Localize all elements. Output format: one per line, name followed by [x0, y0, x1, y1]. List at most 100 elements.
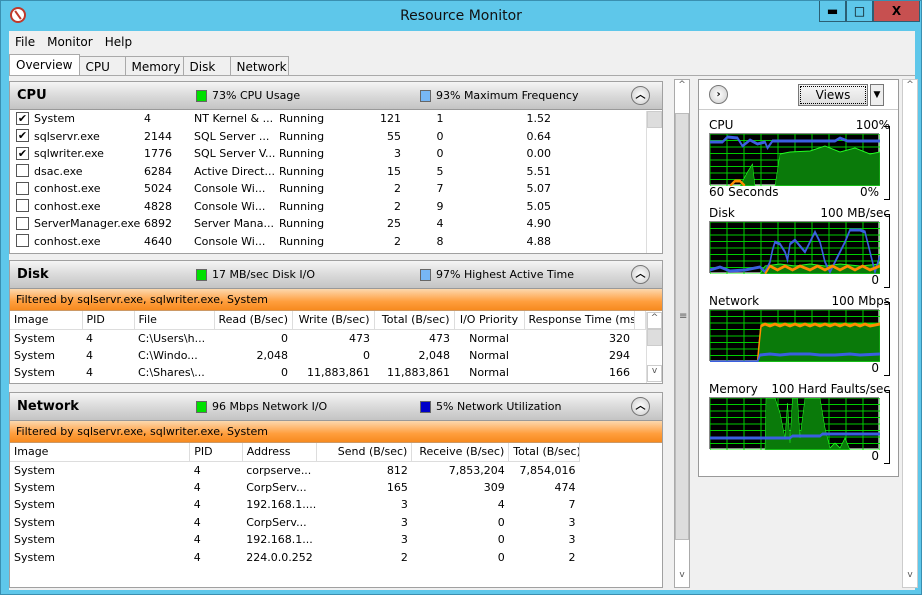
left-scroll-up[interactable]: ^	[675, 80, 689, 97]
network-section-header[interactable]: Network 96 Mbps Network I/O 5% Network U…	[10, 393, 662, 421]
cpu-table-scrollbar[interactable]	[646, 111, 662, 253]
network-activity-row[interactable]: System 4 192.168.1... 3 0 3	[10, 531, 580, 549]
tab-memory[interactable]: Memory	[125, 56, 184, 76]
graphs-scroll-up[interactable]: ^	[903, 80, 917, 97]
cpu-usage-text: 73% CPU Usage	[212, 89, 301, 102]
tab-cpu[interactable]: CPU	[79, 56, 126, 76]
column-header[interactable]: Receive (B/sec)	[411, 443, 510, 462]
disk-section-header[interactable]: Disk 17 MB/sec Disk I/O 97% Highest Acti…	[10, 261, 662, 289]
column-header[interactable]: Image	[10, 443, 191, 462]
column-header[interactable]: Send (B/sec)	[316, 443, 413, 462]
tab-disk[interactable]: Disk	[183, 56, 231, 76]
network-activity-row[interactable]: System 4 224.0.0.252 2 0 2	[10, 549, 580, 567]
column-header[interactable]: Total (B/sec)	[508, 443, 580, 462]
maximize-button[interactable]: □	[846, 1, 873, 22]
disk-cell: 473	[429, 331, 450, 345]
pid-cell: 5024	[144, 182, 172, 196]
spacer-cell	[555, 128, 646, 146]
process-checkbox[interactable]: ✔	[16, 146, 29, 160]
process-checkbox[interactable]	[16, 199, 29, 212]
pid-cell: 6892	[144, 217, 172, 231]
cpu-cell: 0	[436, 147, 444, 161]
threads-cell: 2	[394, 199, 401, 213]
disk-scroll-down[interactable]: v	[647, 365, 662, 382]
column-header[interactable]: PID	[189, 443, 243, 462]
cpu-process-row[interactable]: ✔ sqlservr.exe 2144 SQL Server ... Running 55…	[12, 128, 646, 146]
splitter-grip-icon[interactable]: ≡	[679, 312, 687, 322]
disk-collapse-button[interactable]: ︿	[631, 265, 650, 284]
left-scroll-down[interactable]: v	[675, 570, 689, 587]
process-checkbox[interactable]: ✔	[16, 111, 29, 125]
left-scroll-thumb[interactable]: ≡	[675, 113, 689, 540]
column-header[interactable]: Read (B/sec)	[214, 311, 293, 330]
process-checkbox[interactable]	[16, 216, 29, 230]
network-io-indicator: 96 Mbps Network I/O	[196, 400, 327, 413]
disk-cell: 2,048	[418, 348, 451, 362]
cpu-collapse-button[interactable]: ︿	[631, 86, 650, 105]
threads-cell: 3	[394, 147, 401, 161]
column-header[interactable]: PID	[82, 311, 135, 330]
process-checkbox[interactable]	[16, 164, 29, 177]
disk-cell: Normal	[469, 331, 509, 345]
disk-io-text: 17 MB/sec Disk I/O	[212, 268, 316, 281]
network-cell: 4	[193, 498, 201, 512]
tab-network[interactable]: Network	[230, 56, 289, 76]
disk-activity-row[interactable]: System 4 C:\Shares\... 0 11,883,861 11,883,86…	[10, 364, 646, 382]
minimize-button[interactable]: ▬	[819, 1, 846, 22]
disk-cell: 473	[349, 331, 370, 345]
menu-bar: File Monitor Help	[9, 31, 138, 53]
column-header[interactable]: Image	[10, 311, 83, 330]
close-button[interactable]: X	[873, 1, 920, 22]
cpu-section: CPU 73% CPU Usage 93% Maximum Frequency …	[9, 81, 663, 254]
cpu-scroll-thumb[interactable]	[647, 111, 662, 128]
cpu-cell: 0	[436, 129, 444, 143]
network-activity-row[interactable]: System 4 192.168.1.... 3 4 7	[10, 496, 580, 514]
cpu-process-row[interactable]: ServerManager.exe 6892 Server Mana... Runni…	[12, 215, 646, 233]
column-header[interactable]: I/O Priority	[454, 311, 525, 330]
window-title: Resource Monitor	[400, 8, 522, 24]
network-activity-row[interactable]: System 4 CorpServ... 165 309 474	[10, 479, 580, 497]
views-button[interactable]: Views	[798, 84, 868, 106]
cpu-process-row[interactable]: conhost.exe 5024 Console Wi... Running 2 7 5.0…	[12, 180, 646, 198]
threads-cell: 25	[387, 217, 401, 231]
menu-help[interactable]: Help	[99, 35, 138, 49]
network-activity-row[interactable]: System 4 corpserve... 812 7,853,204 7,854,016	[10, 461, 580, 479]
process-checkbox[interactable]: ✔	[16, 129, 29, 142]
disk-table-scrollbar[interactable]: ^ v	[646, 312, 662, 383]
cpu-process-row[interactable]: dsac.exe 6284 Active Direct... Running 15 5 5.…	[12, 163, 646, 181]
disk-scroll-thumb[interactable]	[647, 329, 662, 346]
disk-activity-row[interactable]: System 4 C:\Users\h... 0 473 473 Normal 320	[10, 329, 646, 347]
status-cell: Running	[279, 112, 325, 126]
network-cell: CorpServ...	[246, 515, 307, 529]
network-collapse-button[interactable]: ︿	[631, 397, 650, 416]
graphs-scroll-down[interactable]: v	[903, 570, 917, 587]
process-checkbox[interactable]	[16, 181, 29, 195]
cpu-process-row[interactable]: ✔ System 4 NT Kernel & ... Running 121 1 1.52	[12, 110, 646, 128]
cpu-process-row[interactable]: ✔ sqlwriter.exe 1776 SQL Server V... Running…	[12, 145, 646, 163]
menu-monitor[interactable]: Monitor	[41, 35, 99, 49]
graphs-pane-scrollbar[interactable]: ^ v	[902, 79, 918, 588]
column-header[interactable]: Address	[242, 443, 318, 462]
tab-overview[interactable]: Overview	[9, 54, 80, 76]
column-header[interactable]: Total (B/sec)	[374, 311, 455, 330]
network-cell: 4	[193, 480, 201, 494]
column-header[interactable]: Write (B/sec)	[292, 311, 375, 330]
expand-graphs-button[interactable]: ›	[709, 85, 728, 104]
pid-cell: 6284	[144, 164, 172, 178]
cpu-process-row[interactable]: conhost.exe 4640 Console Wi... Running 2 8 4.8…	[12, 233, 646, 251]
process-checkbox[interactable]	[16, 234, 29, 247]
cpu-process-row[interactable]: conhost.exe 4828 Console Wi... Running 2 9 5.0…	[12, 198, 646, 216]
views-dropdown-icon[interactable]: ▼	[870, 84, 884, 106]
disk-activity-row[interactable]: System 4 C:\Windo... 2,048 0 2,048 Normal 294	[10, 347, 646, 365]
column-header[interactable]: File	[134, 311, 215, 330]
left-pane-scrollbar[interactable]: ^ ≡ v	[674, 79, 690, 588]
spacer-cell	[634, 364, 646, 382]
cpu-section-header[interactable]: CPU 73% CPU Usage 93% Maximum Frequency …	[10, 82, 662, 110]
network-activity-row[interactable]: System 4 CorpServ... 3 0 3	[10, 514, 580, 532]
disk-scroll-up[interactable]: ^	[647, 312, 662, 329]
column-header[interactable]: Response Time (ms)	[524, 311, 635, 330]
spacer-cell	[555, 145, 646, 163]
menu-file[interactable]: File	[9, 35, 41, 49]
image-cell: ✔ sqlwriter.exe	[12, 145, 140, 163]
cpu-cell: 9	[436, 199, 444, 213]
